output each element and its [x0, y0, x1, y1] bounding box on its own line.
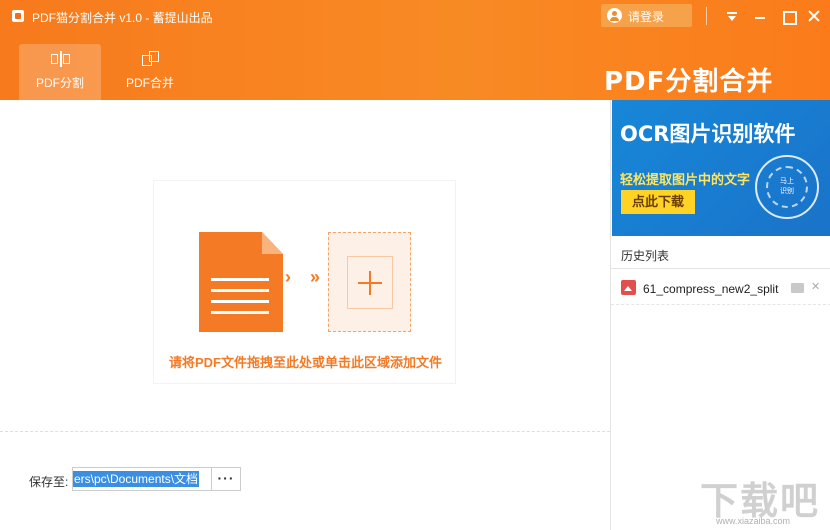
remove-item-icon[interactable]: ✕: [811, 280, 820, 293]
menu-icon[interactable]: [722, 6, 742, 26]
tab-label: PDF分割: [35, 76, 84, 90]
history-item[interactable]: 61_compress_new2_split ✕: [611, 275, 830, 303]
add-file-box[interactable]: [328, 232, 411, 332]
section-divider: [0, 431, 610, 432]
history-title: 历史列表: [621, 249, 670, 263]
main-panel: › » 请将PDF文件拖拽至此处或单击此区域添加文件 保存至: ers\pc\D…: [0, 100, 610, 530]
history-item-name: 61_compress_new2_split: [643, 282, 779, 296]
browse-button[interactable]: ···: [211, 467, 241, 491]
document-fold: [262, 232, 283, 254]
title-bar[interactable]: PDF猫分割合并 v1.0 - 蓄提山出品 请登录: [0, 0, 830, 32]
double-arrow-icon: »: [310, 267, 320, 287]
minimize-icon[interactable]: [750, 6, 770, 26]
merge-icon: [140, 51, 162, 67]
ad-download-button[interactable]: 点此下载: [621, 190, 695, 214]
save-to-label: 保存至:: [29, 475, 69, 489]
login-label: 请登录: [628, 10, 665, 24]
badge-line-2: 识别: [780, 188, 794, 195]
titlebar-divider: [706, 7, 707, 25]
file-dropzone[interactable]: › » 请将PDF文件拖拽至此处或单击此区域添加文件: [153, 180, 456, 384]
watermark-url: www.xiazaiba.com: [716, 516, 791, 526]
badge-line-1: 马上: [780, 178, 794, 185]
history-divider: [611, 268, 830, 269]
history-row-divider: [611, 304, 830, 305]
arrow-icon: ›: [285, 267, 291, 287]
open-folder-icon[interactable]: [791, 283, 804, 293]
save-path-input[interactable]: ers\pc\Documents\文档: [72, 467, 212, 491]
pdf-file-icon: [621, 280, 636, 295]
ocr-ad-banner[interactable]: OCR图片识别软件 轻松提取图片中的文字 点此下载 马上 识别: [612, 100, 830, 236]
close-icon[interactable]: [804, 6, 824, 26]
save-path-value: ers\pc\Documents\文档: [73, 471, 200, 487]
maximize-icon[interactable]: [778, 6, 798, 26]
app-logo-icon: [12, 10, 24, 22]
app-header: PDF猫分割合并 v1.0 - 蓄提山出品 请登录 PDF分割 PDF合并 PD…: [0, 0, 830, 100]
brand-title: PDF分割合并: [604, 67, 774, 97]
scan-badge-icon: 马上 识别: [755, 155, 819, 219]
ad-subtitle: 轻松提取图片中的文字: [620, 172, 751, 187]
right-panel: OCR图片识别软件 轻松提取图片中的文字 点此下载 马上 识别 历史列表 61_…: [610, 100, 830, 530]
site-watermark: 下载吧 www.xiazaiba.com: [700, 470, 828, 528]
window-title: PDF猫分割合并 v1.0 - 蓄提山出品: [32, 11, 213, 25]
dropzone-hint: 请将PDF文件拖拽至此处或单击此区域添加文件: [168, 355, 442, 370]
ad-title: OCR图片识别软件: [620, 122, 796, 146]
user-icon: [607, 8, 622, 23]
login-button[interactable]: 请登录: [601, 4, 692, 27]
add-file-frame: [347, 256, 393, 309]
tab-pdf-split[interactable]: PDF分割: [19, 44, 101, 100]
tab-label: PDF合并: [125, 76, 174, 90]
split-icon: [50, 51, 72, 67]
tab-pdf-merge[interactable]: PDF合并: [109, 44, 191, 100]
